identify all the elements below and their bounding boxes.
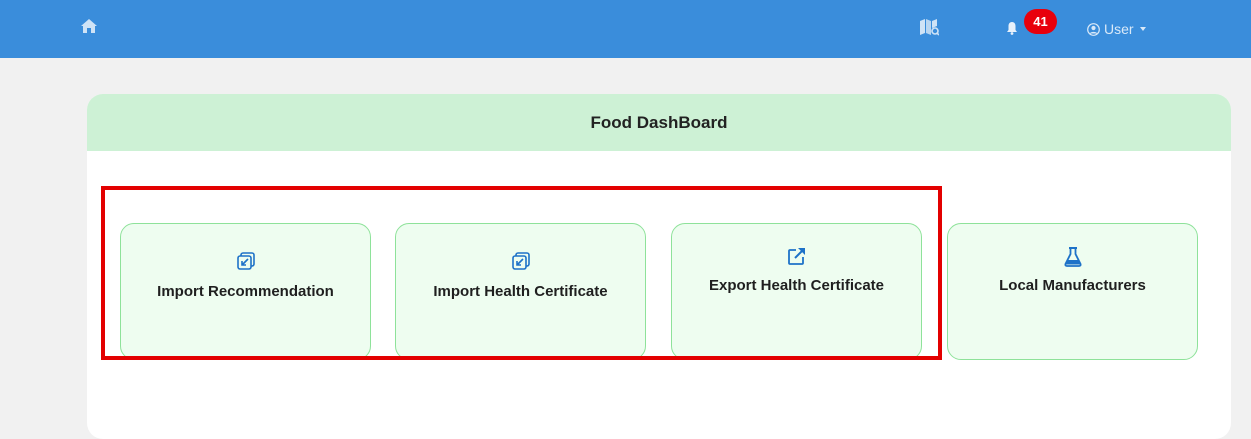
import-icon	[511, 252, 530, 275]
top-navbar: 41 User	[0, 0, 1251, 58]
tile-label: Import Health Certificate	[433, 283, 608, 300]
tile-export-health-certificate[interactable]: Export Health Certificate	[671, 223, 922, 360]
notifications-button[interactable]: 41	[1006, 9, 1066, 41]
notification-count-badge: 41	[1024, 9, 1057, 34]
tile-import-health-certificate[interactable]: Import Health Certificate	[395, 223, 646, 360]
tile-label: Import Recommendation	[157, 283, 334, 300]
user-label: User	[1104, 21, 1134, 37]
dashboard-title: Food DashBoard	[87, 94, 1231, 151]
user-menu-dropdown[interactable]: User	[1087, 19, 1146, 39]
import-icon	[236, 252, 255, 275]
tile-local-manufacturers[interactable]: Local Manufacturers	[947, 223, 1198, 360]
external-link-icon	[787, 246, 807, 271]
flask-icon	[1064, 247, 1082, 272]
bell-icon	[1006, 21, 1022, 37]
chevron-down-icon	[1139, 27, 1146, 31]
map-icon[interactable]	[919, 18, 940, 36]
tile-label: Export Health Certificate	[708, 277, 885, 294]
tile-import-recommendation[interactable]: Import Recommendation	[120, 223, 371, 360]
tile-label: Local Manufacturers	[999, 277, 1146, 294]
home-icon[interactable]	[80, 17, 98, 35]
user-circle-icon	[1087, 22, 1100, 36]
